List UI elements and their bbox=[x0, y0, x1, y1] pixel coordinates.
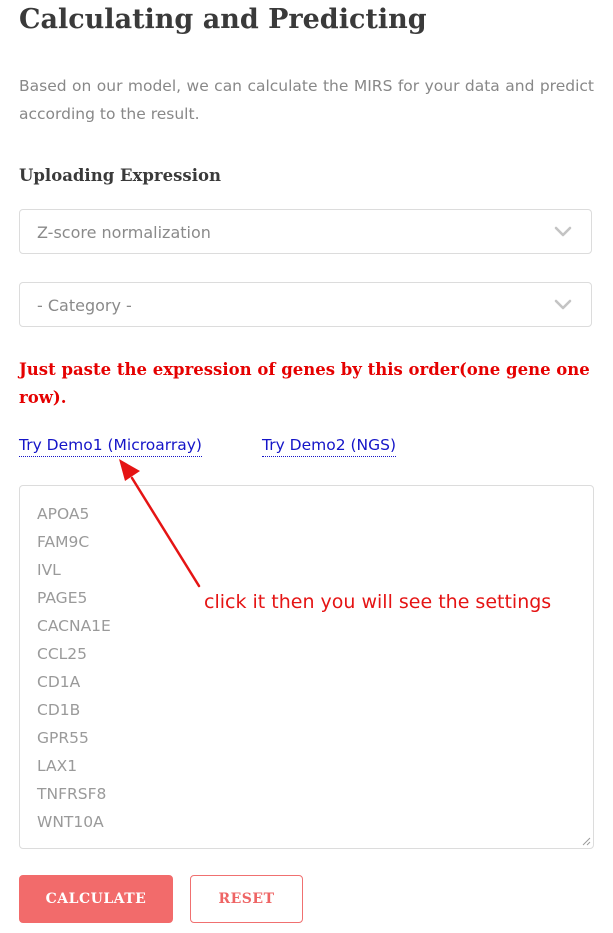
category-select[interactable]: - Category - bbox=[19, 282, 592, 327]
resize-handle-icon[interactable] bbox=[581, 836, 591, 846]
gene-list-item: LAX1 bbox=[37, 757, 78, 775]
chevron-down-icon bbox=[554, 226, 572, 237]
gene-expression-textarea[interactable]: APOA5 FAM9C IVL PAGE5 CACNA1E CCL25 CD1A CD1B GP… bbox=[19, 485, 594, 849]
gene-list-item: APOA5 bbox=[37, 505, 90, 523]
chevron-down-icon bbox=[554, 299, 572, 310]
category-select-value: - Category - bbox=[37, 296, 132, 315]
annotation-text: click it then you will see the settings bbox=[204, 591, 552, 613]
section-title-uploading: Uploading Expression bbox=[19, 166, 221, 185]
normalization-select[interactable]: Z-score normalization bbox=[19, 209, 592, 254]
gene-list: APOA5 FAM9C IVL PAGE5 CACNA1E CCL25 CD1A CD1B GP… bbox=[37, 500, 576, 836]
paste-instruction: Just paste the expression of genes by th… bbox=[19, 360, 590, 407]
page-title: Calculating and Predicting bbox=[19, 4, 427, 35]
gene-list-item: IVL bbox=[37, 561, 61, 579]
gene-list-item: WNT10A bbox=[37, 813, 104, 831]
gene-list-item: GPR55 bbox=[37, 729, 89, 747]
intro-text: Based on our model, we can calculate the… bbox=[19, 77, 594, 123]
gene-list-item: FAM9C bbox=[37, 533, 90, 551]
gene-list-item: CCL25 bbox=[37, 645, 88, 663]
normalization-select-value: Z-score normalization bbox=[37, 223, 211, 242]
gene-list-item: CACNA1E bbox=[37, 617, 111, 635]
gene-list-item: CD1A bbox=[37, 673, 81, 691]
demo2-link[interactable]: Try Demo2 (NGS) bbox=[262, 434, 397, 457]
calculate-button[interactable]: CALCULATE bbox=[19, 875, 173, 923]
demo1-link[interactable]: Try Demo1 (Microarray) bbox=[19, 434, 202, 457]
gene-list-item: TNFRSF8 bbox=[37, 785, 107, 803]
reset-button[interactable]: RESET bbox=[190, 875, 303, 923]
gene-list-item: CD1B bbox=[37, 701, 81, 719]
